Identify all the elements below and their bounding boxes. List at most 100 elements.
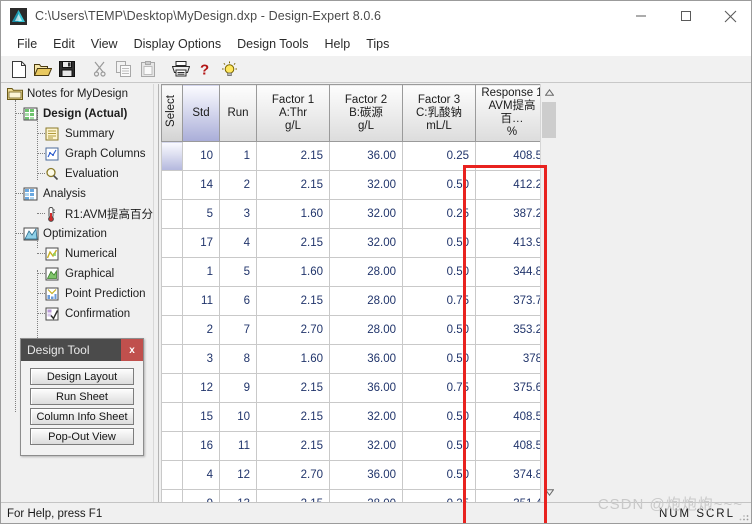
- cell-factor-3[interactable]: 0.50: [402, 228, 476, 258]
- cell-factor-1[interactable]: 2.70: [256, 315, 330, 345]
- cell-response-1[interactable]: 412.2: [475, 170, 549, 200]
- table-row[interactable]: 9132.1528.000.25351.4: [161, 489, 549, 502]
- row-select-cell[interactable]: [161, 199, 183, 229]
- cell-factor-3[interactable]: 0.75: [402, 373, 476, 403]
- cell-factor-2[interactable]: 28.00: [329, 315, 403, 345]
- menu-file[interactable]: File: [9, 35, 45, 53]
- table-row[interactable]: 10 1 2.15 36.00 0.25 408.5: [161, 141, 549, 171]
- close-button[interactable]: [708, 1, 751, 31]
- row-select-cell[interactable]: [161, 373, 183, 403]
- minimize-button[interactable]: [618, 1, 663, 31]
- new-document-icon[interactable]: [7, 58, 31, 80]
- cell-run[interactable]: 1: [219, 141, 257, 171]
- cell-factor-2[interactable]: 32.00: [329, 431, 403, 461]
- table-row[interactable]: 16 11 2.15 32.00 0.50 408.5: [161, 431, 549, 461]
- table-row[interactable]: 11 6 2.15 28.00 0.75 373.7: [161, 286, 549, 316]
- maximize-button[interactable]: [663, 1, 708, 31]
- cell-factor-2[interactable]: 32.00: [329, 199, 403, 229]
- cell-factor-2[interactable]: 36.00: [329, 373, 403, 403]
- tree-item-analysis[interactable]: Analysis: [1, 184, 153, 204]
- cell-run[interactable]: 13: [219, 489, 257, 502]
- row-select-cell[interactable]: [161, 431, 183, 461]
- cell-std[interactable]: 2: [182, 315, 220, 345]
- cell-std[interactable]: 1: [182, 257, 220, 287]
- menu-help[interactable]: Help: [316, 35, 358, 53]
- cell-factor-1[interactable]: 2.15: [256, 431, 330, 461]
- pop-out-view-button[interactable]: Pop-Out View: [30, 428, 134, 445]
- cell-run[interactable]: 7: [219, 315, 257, 345]
- cell-factor-1[interactable]: 2.15: [256, 141, 330, 171]
- cell-factor-3[interactable]: 0.50: [402, 402, 476, 432]
- cell-factor-3[interactable]: 0.50: [402, 257, 476, 287]
- cell-factor-1[interactable]: 1.60: [256, 257, 330, 287]
- row-select-cell[interactable]: [161, 228, 183, 258]
- tree-item-evaluation[interactable]: Evaluation: [1, 164, 153, 184]
- cell-factor-3[interactable]: 0.25: [402, 141, 476, 171]
- row-select-cell[interactable]: [161, 402, 183, 432]
- cell-factor-2[interactable]: 36.00: [329, 344, 403, 374]
- cell-factor-1[interactable]: 1.60: [256, 344, 330, 374]
- design-tool-close-button[interactable]: x: [121, 339, 143, 361]
- panel-splitter[interactable]: [153, 84, 159, 502]
- row-select-cell[interactable]: [161, 460, 183, 490]
- cell-response-1[interactable]: 375.6: [475, 373, 549, 403]
- cell-factor-3[interactable]: 0.25: [402, 199, 476, 229]
- copy-icon[interactable]: [112, 58, 136, 80]
- table-row[interactable]: 3 8 1.60 36.00 0.50 378: [161, 344, 549, 374]
- cell-std[interactable]: 12: [182, 373, 220, 403]
- tree-item-confirmation[interactable]: Confirmation: [1, 304, 153, 324]
- cell-factor-2[interactable]: 32.00: [329, 402, 403, 432]
- cell-std[interactable]: 9: [182, 489, 220, 502]
- tree-item-point-prediction[interactable]: Point Prediction: [1, 284, 153, 304]
- table-row[interactable]: 2 7 2.70 28.00 0.50 353.2: [161, 315, 549, 345]
- cell-factor-1[interactable]: 2.15: [256, 170, 330, 200]
- cell-factor-3[interactable]: 0.25: [402, 489, 476, 502]
- cell-run[interactable]: 2: [219, 170, 257, 200]
- cell-factor-1[interactable]: 1.60: [256, 199, 330, 229]
- row-select-cell[interactable]: [161, 257, 183, 287]
- column-header-response-1[interactable]: Response 1 AVM提高百… %: [475, 84, 549, 142]
- cell-response-1[interactable]: 374.8: [475, 460, 549, 490]
- column-header-factor-3[interactable]: Factor 3 C:乳酸钠 mL/L: [402, 84, 476, 142]
- menu-tips[interactable]: Tips: [358, 35, 397, 53]
- cell-run[interactable]: 9: [219, 373, 257, 403]
- cell-factor-3[interactable]: 0.50: [402, 170, 476, 200]
- menu-display-options[interactable]: Display Options: [126, 35, 230, 53]
- scroll-down-arrow-icon[interactable]: [541, 484, 557, 500]
- cell-run[interactable]: 4: [219, 228, 257, 258]
- cell-run[interactable]: 12: [219, 460, 257, 490]
- cell-factor-1[interactable]: 2.15: [256, 228, 330, 258]
- table-row[interactable]: 12 9 2.15 36.00 0.75 375.6: [161, 373, 549, 403]
- cell-run[interactable]: 8: [219, 344, 257, 374]
- tree-item-notes[interactable]: Notes for MyDesign: [1, 84, 153, 104]
- cell-factor-2[interactable]: 28.00: [329, 257, 403, 287]
- cell-factor-2[interactable]: 32.00: [329, 228, 403, 258]
- table-row[interactable]: 5 3 1.60 32.00 0.25 387.2: [161, 199, 549, 229]
- table-row[interactable]: 17 4 2.15 32.00 0.50 413.9: [161, 228, 549, 258]
- cell-response-1[interactable]: 408.5: [475, 402, 549, 432]
- cell-factor-2[interactable]: 28.00: [329, 489, 403, 502]
- cell-std[interactable]: 5: [182, 199, 220, 229]
- cell-run[interactable]: 10: [219, 402, 257, 432]
- cell-response-1[interactable]: 373.7: [475, 286, 549, 316]
- table-row[interactable]: 4 12 2.70 36.00 0.50 374.8: [161, 460, 549, 490]
- table-row[interactable]: 15 10 2.15 32.00 0.50 408.5: [161, 402, 549, 432]
- row-select-cell[interactable]: [161, 489, 183, 502]
- table-vertical-scrollbar[interactable]: [540, 84, 556, 502]
- cell-std[interactable]: 16: [182, 431, 220, 461]
- cell-factor-1[interactable]: 2.15: [256, 286, 330, 316]
- cell-factor-3[interactable]: 0.50: [402, 315, 476, 345]
- row-select-cell[interactable]: [161, 344, 183, 374]
- cell-factor-2[interactable]: 36.00: [329, 460, 403, 490]
- print-printer-icon[interactable]: [169, 58, 193, 80]
- cell-factor-1[interactable]: 2.15: [256, 373, 330, 403]
- row-select-cell[interactable]: [161, 170, 183, 200]
- scroll-up-arrow-icon[interactable]: [541, 84, 557, 100]
- cell-std[interactable]: 15: [182, 402, 220, 432]
- cell-response-1[interactable]: 387.2: [475, 199, 549, 229]
- tree-item-summary[interactable]: Summary: [1, 124, 153, 144]
- cell-response-1[interactable]: 408.5: [475, 431, 549, 461]
- tree-item-design-actual[interactable]: Design (Actual): [1, 104, 153, 124]
- cell-std[interactable]: 14: [182, 170, 220, 200]
- cell-factor-2[interactable]: 36.00: [329, 141, 403, 171]
